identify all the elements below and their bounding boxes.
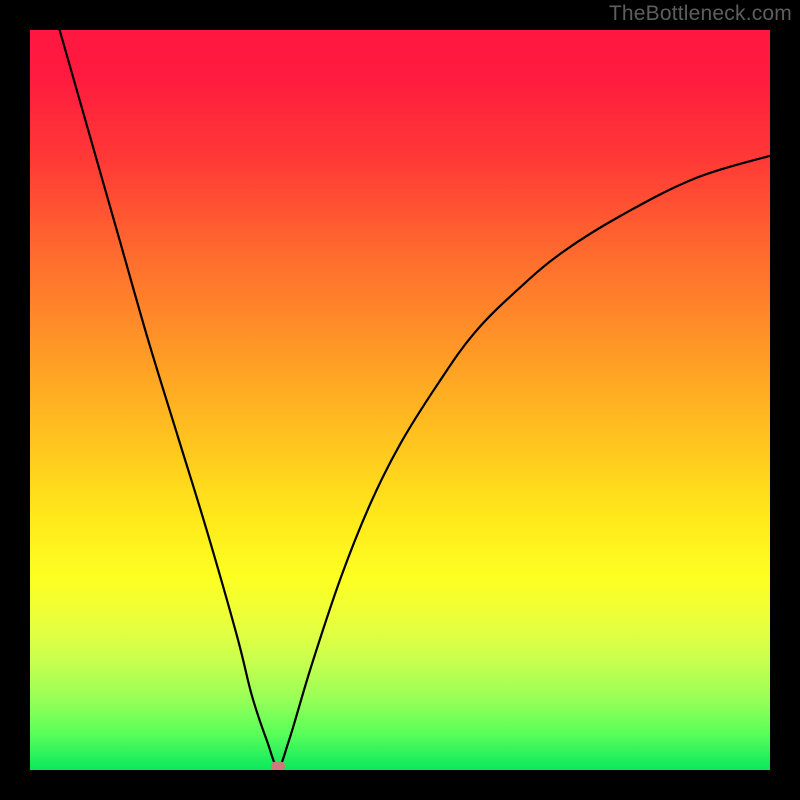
minimum-marker (271, 762, 285, 770)
watermark-text: TheBottleneck.com (609, 2, 792, 26)
chart-frame: TheBottleneck.com (0, 0, 800, 800)
bottleneck-curve (30, 30, 770, 770)
plot-area (30, 30, 770, 770)
